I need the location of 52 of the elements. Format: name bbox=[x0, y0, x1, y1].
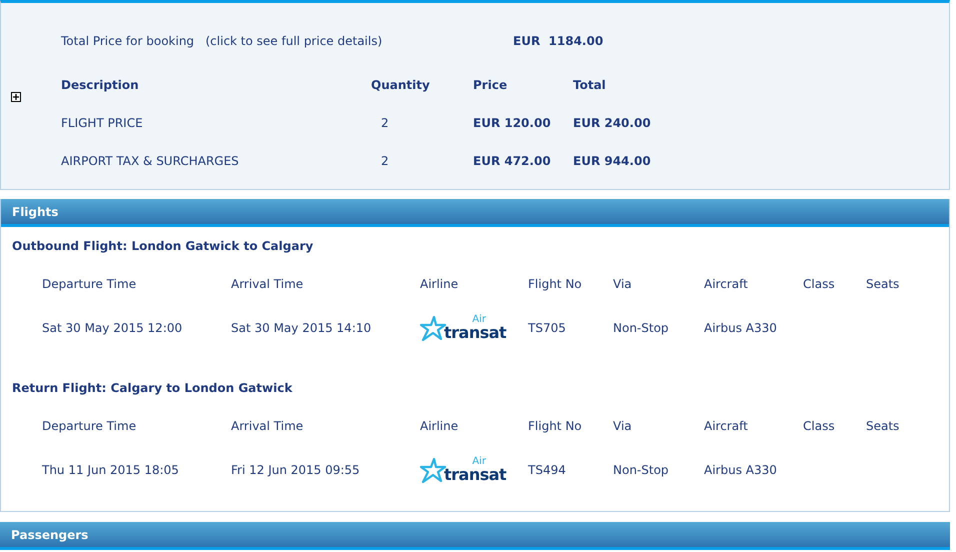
price-details-link[interactable]: (click to see full price details) bbox=[206, 34, 382, 48]
column-header: Description bbox=[61, 77, 140, 94]
leg-heading: Outbound Flight: London Gatwick to Calgary bbox=[11, 238, 314, 255]
column-header: Quantity bbox=[371, 77, 431, 94]
star-icon bbox=[420, 315, 446, 341]
column-header: Flight No bbox=[528, 418, 583, 435]
logo-text: transat bbox=[444, 467, 506, 483]
column-header: Seats bbox=[866, 418, 900, 435]
table-cell-text: EUR 944.00 bbox=[573, 153, 652, 170]
logo-small-text: Air bbox=[472, 457, 486, 467]
column-header: Departure Time bbox=[42, 276, 138, 293]
column-header: Class bbox=[803, 418, 836, 435]
price-label: Total Price for booking (click to see full price details) bbox=[61, 33, 384, 50]
table-cell-text: Non-Stop bbox=[613, 320, 670, 337]
logo-small-text: Air bbox=[472, 315, 486, 325]
column-header: Arrival Time bbox=[231, 276, 304, 293]
column-header: Via bbox=[613, 276, 633, 293]
table-cell-text: TS705 bbox=[528, 320, 567, 337]
star-icon bbox=[420, 457, 446, 483]
table-cell-text: Sat 30 May 2015 12:00 bbox=[42, 320, 184, 337]
column-header: Aircraft bbox=[704, 418, 749, 435]
column-header: Price bbox=[473, 77, 508, 94]
column-header: Seats bbox=[866, 276, 900, 293]
column-header: Aircraft bbox=[704, 276, 749, 293]
column-header: Airline bbox=[420, 418, 460, 435]
table-cell-text: Thu 11 Jun 2015 18:05 bbox=[42, 462, 180, 479]
expand-icon[interactable] bbox=[11, 92, 21, 102]
table-cell-text: 2 bbox=[380, 153, 390, 170]
section-header: Flights bbox=[1, 199, 949, 227]
table-cell-text: Non-Stop bbox=[613, 462, 670, 479]
total-price: EUR 1184.00 bbox=[513, 33, 604, 50]
column-header: Arrival Time bbox=[231, 418, 304, 435]
table-cell-text: Airbus A330 bbox=[704, 462, 778, 479]
table-cell-text: FLIGHT PRICE bbox=[61, 115, 144, 132]
table-cell-text: Fri 12 Jun 2015 09:55 bbox=[231, 462, 361, 479]
table-cell-text: Sat 30 May 2015 14:10 bbox=[231, 320, 372, 337]
column-header: Departure Time bbox=[42, 418, 138, 435]
table-cell-text: TS494 bbox=[528, 462, 567, 479]
column-header: Total bbox=[573, 77, 607, 94]
leg-heading: Return Flight: Calgary to London Gatwick bbox=[11, 380, 294, 397]
column-header: Via bbox=[613, 418, 633, 435]
table-cell-text: EUR 240.00 bbox=[573, 115, 652, 132]
table-cell-text: EUR 120.00 bbox=[473, 115, 552, 132]
table-cell-text: 2 bbox=[380, 115, 390, 132]
column-header: Class bbox=[803, 276, 836, 293]
section-header: Passengers bbox=[0, 522, 950, 550]
logo-text: transat bbox=[444, 325, 506, 341]
table-cell-text: AIRPORT TAX & SURCHARGES bbox=[61, 153, 240, 170]
column-header: Flight No bbox=[528, 276, 583, 293]
table-cell-text: Airbus A330 bbox=[704, 320, 778, 337]
table-cell-text: EUR 472.00 bbox=[473, 153, 552, 170]
column-header: Airline bbox=[420, 276, 460, 293]
